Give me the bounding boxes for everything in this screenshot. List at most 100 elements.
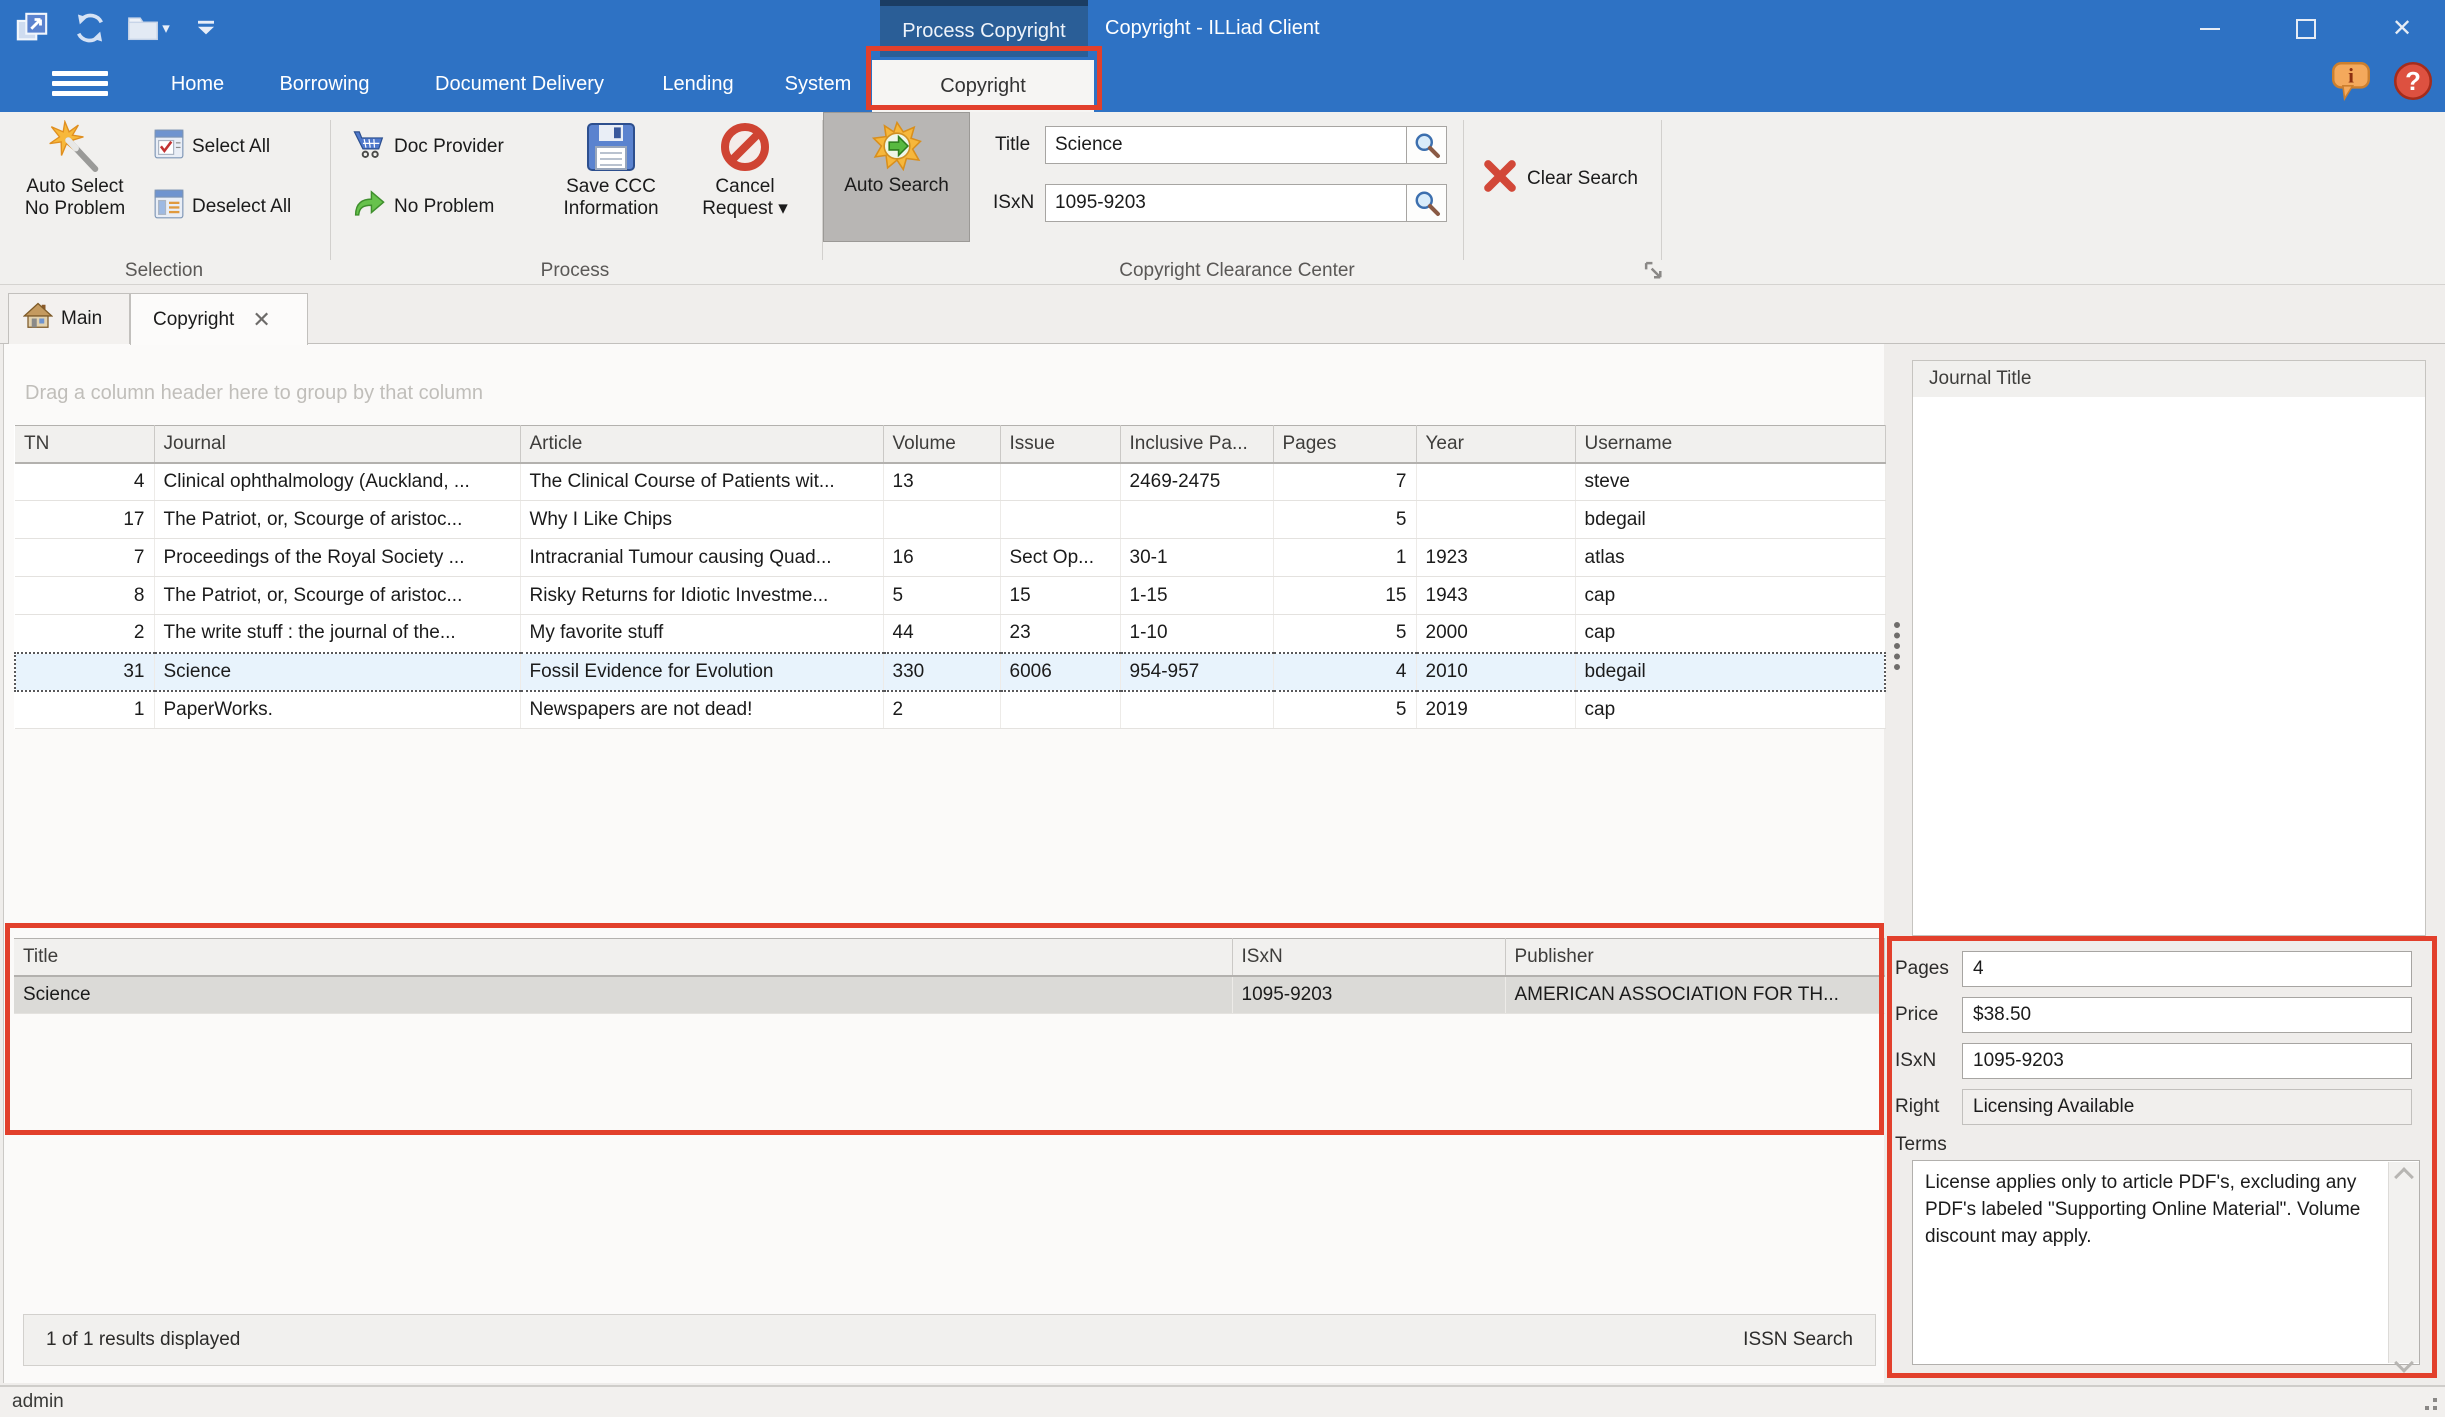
scroll-down-icon[interactable] bbox=[2394, 1353, 2414, 1373]
deselect-all-icon bbox=[154, 189, 184, 225]
column-header-year[interactable]: Year bbox=[1416, 426, 1575, 463]
journal-title-list[interactable] bbox=[1912, 397, 2426, 936]
select-all-icon bbox=[154, 129, 184, 165]
minimize-button[interactable] bbox=[2174, 0, 2246, 57]
process-copyright-contextual-tab[interactable]: Process Copyright bbox=[880, 0, 1088, 57]
column-header-isxn[interactable]: ISxN bbox=[1232, 939, 1505, 976]
magic-wand-icon bbox=[48, 118, 102, 176]
content-area: Drag a column header here to group by th… bbox=[0, 344, 2445, 1384]
group-separator bbox=[1661, 120, 1662, 260]
isxn-search-input[interactable]: 1095-9203 bbox=[1045, 184, 1407, 222]
resize-grip[interactable] bbox=[2421, 1394, 2437, 1410]
auto-search-button[interactable]: Auto Search bbox=[823, 112, 970, 242]
column-header-tn[interactable]: TN bbox=[15, 426, 154, 463]
search-type-label: ISSN Search bbox=[1743, 1329, 1853, 1351]
terms-textarea[interactable]: License applies only to article PDF's, e… bbox=[1912, 1160, 2420, 1365]
isxn-field[interactable]: 1095-9203 bbox=[1962, 1043, 2412, 1079]
ccc-results-grid: Title ISxN Publisher Science 1095-9203 A… bbox=[14, 938, 1885, 1014]
ribbon-tab-row: Home Borrowing Document Delivery Lending… bbox=[0, 57, 2445, 112]
table-row[interactable]: 17 The Patriot, or, Scourge of aristoc..… bbox=[15, 501, 1885, 539]
info-icon[interactable]: i bbox=[2330, 60, 2372, 108]
results-footer: 1 of 1 results displayed ISSN Search bbox=[23, 1314, 1876, 1366]
price-field[interactable]: $38.50 bbox=[1962, 997, 2412, 1033]
popout-icon[interactable] bbox=[10, 8, 54, 48]
ribbon-tab-system[interactable]: System bbox=[768, 57, 868, 112]
maximize-button[interactable] bbox=[2270, 0, 2342, 57]
no-problem-button[interactable]: No Problem bbox=[352, 190, 494, 224]
column-header-pages[interactable]: Pages bbox=[1273, 426, 1416, 463]
column-header-journal[interactable]: Journal bbox=[154, 426, 520, 463]
dialog-launcher-icon[interactable] bbox=[1643, 260, 1665, 282]
column-header-username[interactable]: Username bbox=[1575, 426, 1885, 463]
pages-field[interactable]: 4 bbox=[1962, 951, 2412, 987]
title-search-button[interactable] bbox=[1406, 126, 1447, 164]
help-icon[interactable]: ? bbox=[2392, 60, 2434, 108]
group-label-copyright-clearance-center: Copyright Clearance Center bbox=[1037, 258, 1437, 284]
ribbon-tab-borrowing[interactable]: Borrowing bbox=[262, 57, 387, 112]
green-arrow-icon bbox=[352, 189, 386, 225]
ribbon-body: Auto Select No Problem Select All bbox=[0, 112, 2445, 285]
ribbon-tab-home[interactable]: Home bbox=[150, 57, 245, 112]
right-label: Right bbox=[1895, 1089, 1939, 1125]
save-floppy-icon bbox=[585, 118, 637, 176]
tab-copyright[interactable]: Copyright ✕ bbox=[130, 293, 308, 345]
quick-access-toolbar: ▾ bbox=[10, 8, 228, 48]
title-search-input[interactable]: Science bbox=[1045, 126, 1407, 164]
right-field: Licensing Available bbox=[1962, 1089, 2412, 1125]
select-all-button[interactable]: Select All bbox=[154, 130, 270, 164]
group-label-process: Process bbox=[475, 258, 675, 284]
table-row[interactable]: 8 The Patriot, or, Scourge of aristoc...… bbox=[15, 577, 1885, 615]
process-tab-label: Process Copyright bbox=[902, 20, 1065, 43]
title-bar: ▾ Process Copyright Copyright - ILLiad C… bbox=[0, 0, 2445, 57]
column-header-title[interactable]: Title bbox=[14, 939, 1232, 976]
app-menu-button[interactable] bbox=[52, 71, 108, 97]
refresh-icon[interactable] bbox=[68, 8, 112, 48]
cancel-prohibition-icon bbox=[719, 118, 771, 176]
minimize-icon bbox=[2200, 28, 2220, 30]
deselect-all-button[interactable]: Deselect All bbox=[154, 190, 291, 224]
copyright-request-grid: TN Journal Article Volume Issue Inclusiv… bbox=[14, 425, 1886, 729]
tab-close-icon[interactable]: ✕ bbox=[252, 307, 270, 333]
ribbon-tab-copyright-active[interactable]: Copyright bbox=[872, 60, 1094, 112]
close-button[interactable]: ✕ bbox=[2366, 0, 2438, 57]
window-title: Copyright - ILLiad Client bbox=[1105, 0, 1320, 57]
results-header-row: Title ISxN Publisher bbox=[14, 939, 1884, 976]
column-header-volume[interactable]: Volume bbox=[883, 426, 1000, 463]
group-by-hint: Drag a column header here to group by th… bbox=[25, 382, 483, 405]
maximize-icon bbox=[2296, 19, 2316, 39]
new-request-icon[interactable]: ▾ bbox=[126, 8, 170, 48]
table-row-selected[interactable]: 31 Science Fossil Evidence for Evolution… bbox=[15, 653, 1885, 691]
table-row[interactable]: 1 PaperWorks. Newspapers are not dead! 2… bbox=[15, 691, 1885, 729]
save-ccc-information-button[interactable]: Save CCC Information bbox=[536, 114, 686, 242]
table-row[interactable]: 7 Proceedings of the Royal Society ... I… bbox=[15, 539, 1885, 577]
terms-scrollbar[interactable] bbox=[2388, 1162, 2419, 1363]
column-header-article[interactable]: Article bbox=[520, 426, 883, 463]
ribbon-tab-document-delivery[interactable]: Document Delivery bbox=[412, 57, 627, 112]
isxn-label: ISxN bbox=[1895, 1043, 1936, 1079]
document-tab-strip: Main Copyright ✕ bbox=[0, 285, 2445, 344]
group-separator bbox=[1463, 120, 1464, 260]
customize-quick-access-icon[interactable] bbox=[184, 8, 228, 48]
tab-main[interactable]: Main bbox=[8, 293, 130, 344]
table-row[interactable]: 2 The write stuff : the journal of the..… bbox=[15, 615, 1885, 653]
auto-search-starburst-icon bbox=[872, 117, 922, 175]
clear-search-button[interactable]: Clear Search bbox=[1481, 162, 1638, 196]
column-header-publisher[interactable]: Publisher bbox=[1505, 939, 1884, 976]
doc-provider-button[interactable]: Doc Provider bbox=[352, 130, 504, 164]
journal-title-list-header[interactable]: Journal Title bbox=[1912, 360, 2426, 398]
title-search-label: Title bbox=[995, 126, 1030, 164]
auto-select-no-problem-button[interactable]: Auto Select No Problem bbox=[0, 114, 150, 242]
panel-splitter-handle[interactable] bbox=[1894, 622, 1906, 670]
group-separator bbox=[330, 120, 331, 260]
svg-text:?: ? bbox=[2405, 68, 2421, 96]
results-count: 1 of 1 results displayed bbox=[46, 1329, 240, 1351]
results-row-selected[interactable]: Science 1095-9203 AMERICAN ASSOCIATION F… bbox=[14, 976, 1884, 1014]
svg-text:i: i bbox=[2348, 64, 2354, 88]
scroll-up-icon[interactable] bbox=[2394, 1167, 2414, 1187]
ribbon-tab-lending[interactable]: Lending bbox=[648, 57, 748, 112]
column-header-issue[interactable]: Issue bbox=[1000, 426, 1120, 463]
cancel-request-button[interactable]: Cancel Request ▾ bbox=[670, 114, 820, 242]
column-header-inclusive-pages[interactable]: Inclusive Pa... bbox=[1120, 426, 1273, 463]
isxn-search-button[interactable] bbox=[1406, 184, 1447, 222]
table-row[interactable]: 4 Clinical ophthalmology (Auckland, ... … bbox=[15, 463, 1885, 501]
